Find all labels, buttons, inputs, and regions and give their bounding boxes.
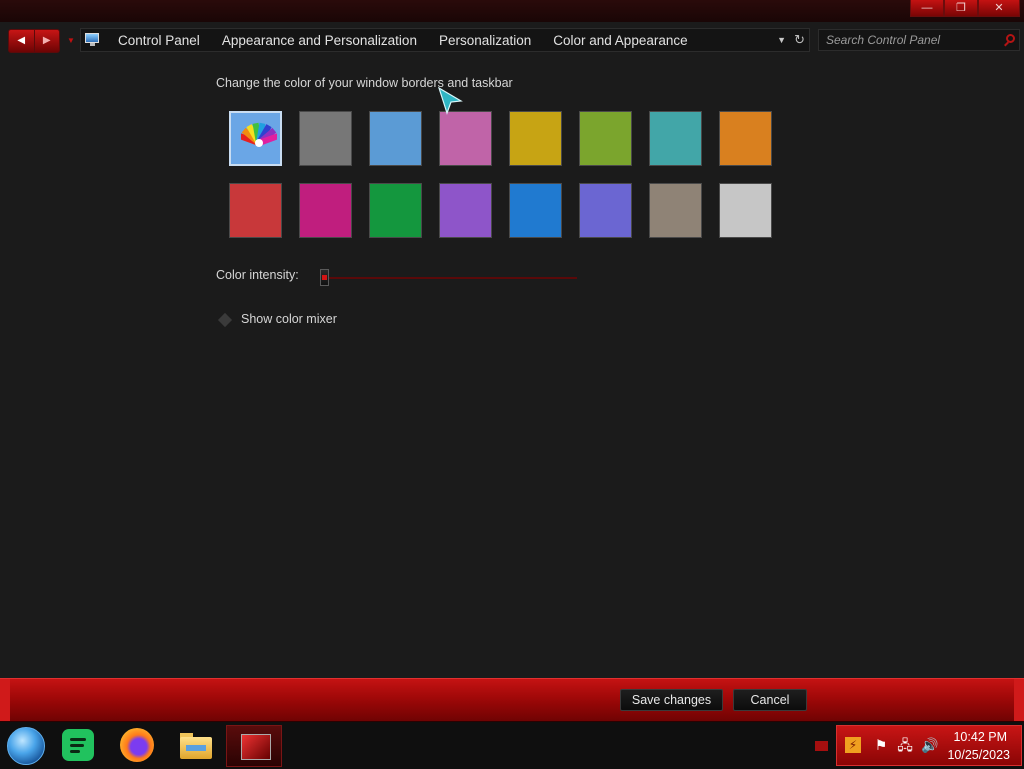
address-row: ◀ ▶ ▼ Control Panel Appearance and Perso… xyxy=(0,24,1024,58)
mouse-cursor-icon xyxy=(438,87,463,115)
refresh-icon[interactable]: ↻ xyxy=(794,32,809,48)
network-icon[interactable]: 🖧 xyxy=(897,737,913,753)
breadcrumb-appearance-personalization[interactable]: Appearance and Personalization xyxy=(211,33,428,48)
search-icon[interactable] xyxy=(1006,34,1015,43)
color-swatch[interactable] xyxy=(718,111,772,166)
command-bar: Save changes Cancel xyxy=(0,678,1024,721)
swatch-row-2 xyxy=(229,183,789,238)
minimize-button[interactable]: — xyxy=(910,0,944,17)
search-input[interactable]: Search Control Panel xyxy=(818,29,1020,51)
nav-buttons: ◀ ▶ xyxy=(8,29,60,53)
color-swatch[interactable] xyxy=(579,183,632,238)
system-tray: ⚡ ⚑ 🖧 🔊 10:42 PM 10/25/2023 xyxy=(836,725,1022,766)
search-placeholder: Search Control Panel xyxy=(826,33,941,47)
clock-date[interactable]: 10/25/2023 xyxy=(947,748,1010,762)
recent-pages-button[interactable]: ▼ xyxy=(67,36,75,45)
breadcrumb: Control Panel Appearance and Personaliza… xyxy=(80,28,810,52)
color-swatch[interactable] xyxy=(509,183,562,238)
back-button[interactable]: ◀ xyxy=(9,30,34,52)
volume-icon[interactable]: 🔊 xyxy=(921,737,938,753)
cancel-button[interactable]: Cancel xyxy=(733,689,807,711)
control-panel-icon xyxy=(85,33,101,47)
start-button[interactable] xyxy=(7,727,45,765)
window-controls: — ❐ ✕ xyxy=(910,0,1020,18)
maximize-button[interactable]: ❐ xyxy=(944,0,978,17)
color-intensity-label: Color intensity: xyxy=(216,268,299,282)
forward-button[interactable]: ▶ xyxy=(33,30,60,52)
breadcrumb-control-panel[interactable]: Control Panel xyxy=(107,33,211,48)
color-swatch[interactable] xyxy=(299,183,352,238)
show-hidden-icons-button[interactable] xyxy=(815,741,828,751)
color-swatch[interactable] xyxy=(299,111,353,166)
color-swatch[interactable] xyxy=(369,111,423,166)
bar-edge-left xyxy=(0,679,10,721)
firefox-icon[interactable] xyxy=(120,728,154,762)
color-swatch[interactable] xyxy=(439,111,493,166)
color-swatch[interactable] xyxy=(649,183,702,238)
title-bar: — ❐ ✕ xyxy=(0,0,1024,22)
color-intensity-slider[interactable] xyxy=(320,269,329,286)
personalization-task-button[interactable] xyxy=(226,725,282,767)
color-wheel-icon xyxy=(241,122,277,147)
color-swatch[interactable] xyxy=(509,111,562,166)
page-heading: Change the color of your window borders … xyxy=(216,76,513,90)
file-explorer-icon[interactable] xyxy=(178,727,214,763)
color-swatch[interactable] xyxy=(719,183,772,238)
save-changes-button[interactable]: Save changes xyxy=(620,689,723,711)
color-swatch[interactable] xyxy=(439,183,492,238)
color-intensity-track[interactable] xyxy=(325,277,577,279)
color-swatch[interactable] xyxy=(369,183,422,238)
clock-time[interactable]: 10:42 PM xyxy=(953,730,1007,744)
breadcrumb-personalization[interactable]: Personalization xyxy=(428,33,542,48)
expand-diamond-icon[interactable] xyxy=(217,312,233,328)
show-color-mixer-link[interactable]: Show color mixer xyxy=(241,312,337,326)
personalization-icon xyxy=(241,734,271,760)
bar-edge-right xyxy=(1014,679,1024,721)
color-swatch[interactable] xyxy=(229,183,282,238)
swatch-row-1 xyxy=(229,111,789,166)
color-swatch-grid xyxy=(229,111,789,255)
color-swatch[interactable] xyxy=(648,111,702,166)
action-center-flag-icon[interactable]: ⚑ xyxy=(873,737,889,753)
breadcrumb-color-appearance[interactable]: Color and Appearance xyxy=(542,33,698,48)
spotify-icon[interactable] xyxy=(62,729,94,761)
chevron-down-icon[interactable]: ▼ xyxy=(769,35,794,45)
color-swatch[interactable] xyxy=(579,111,632,166)
lightning-icon[interactable]: ⚡ xyxy=(845,737,861,753)
close-button[interactable]: ✕ xyxy=(978,0,1020,17)
color-swatch[interactable] xyxy=(229,111,283,166)
